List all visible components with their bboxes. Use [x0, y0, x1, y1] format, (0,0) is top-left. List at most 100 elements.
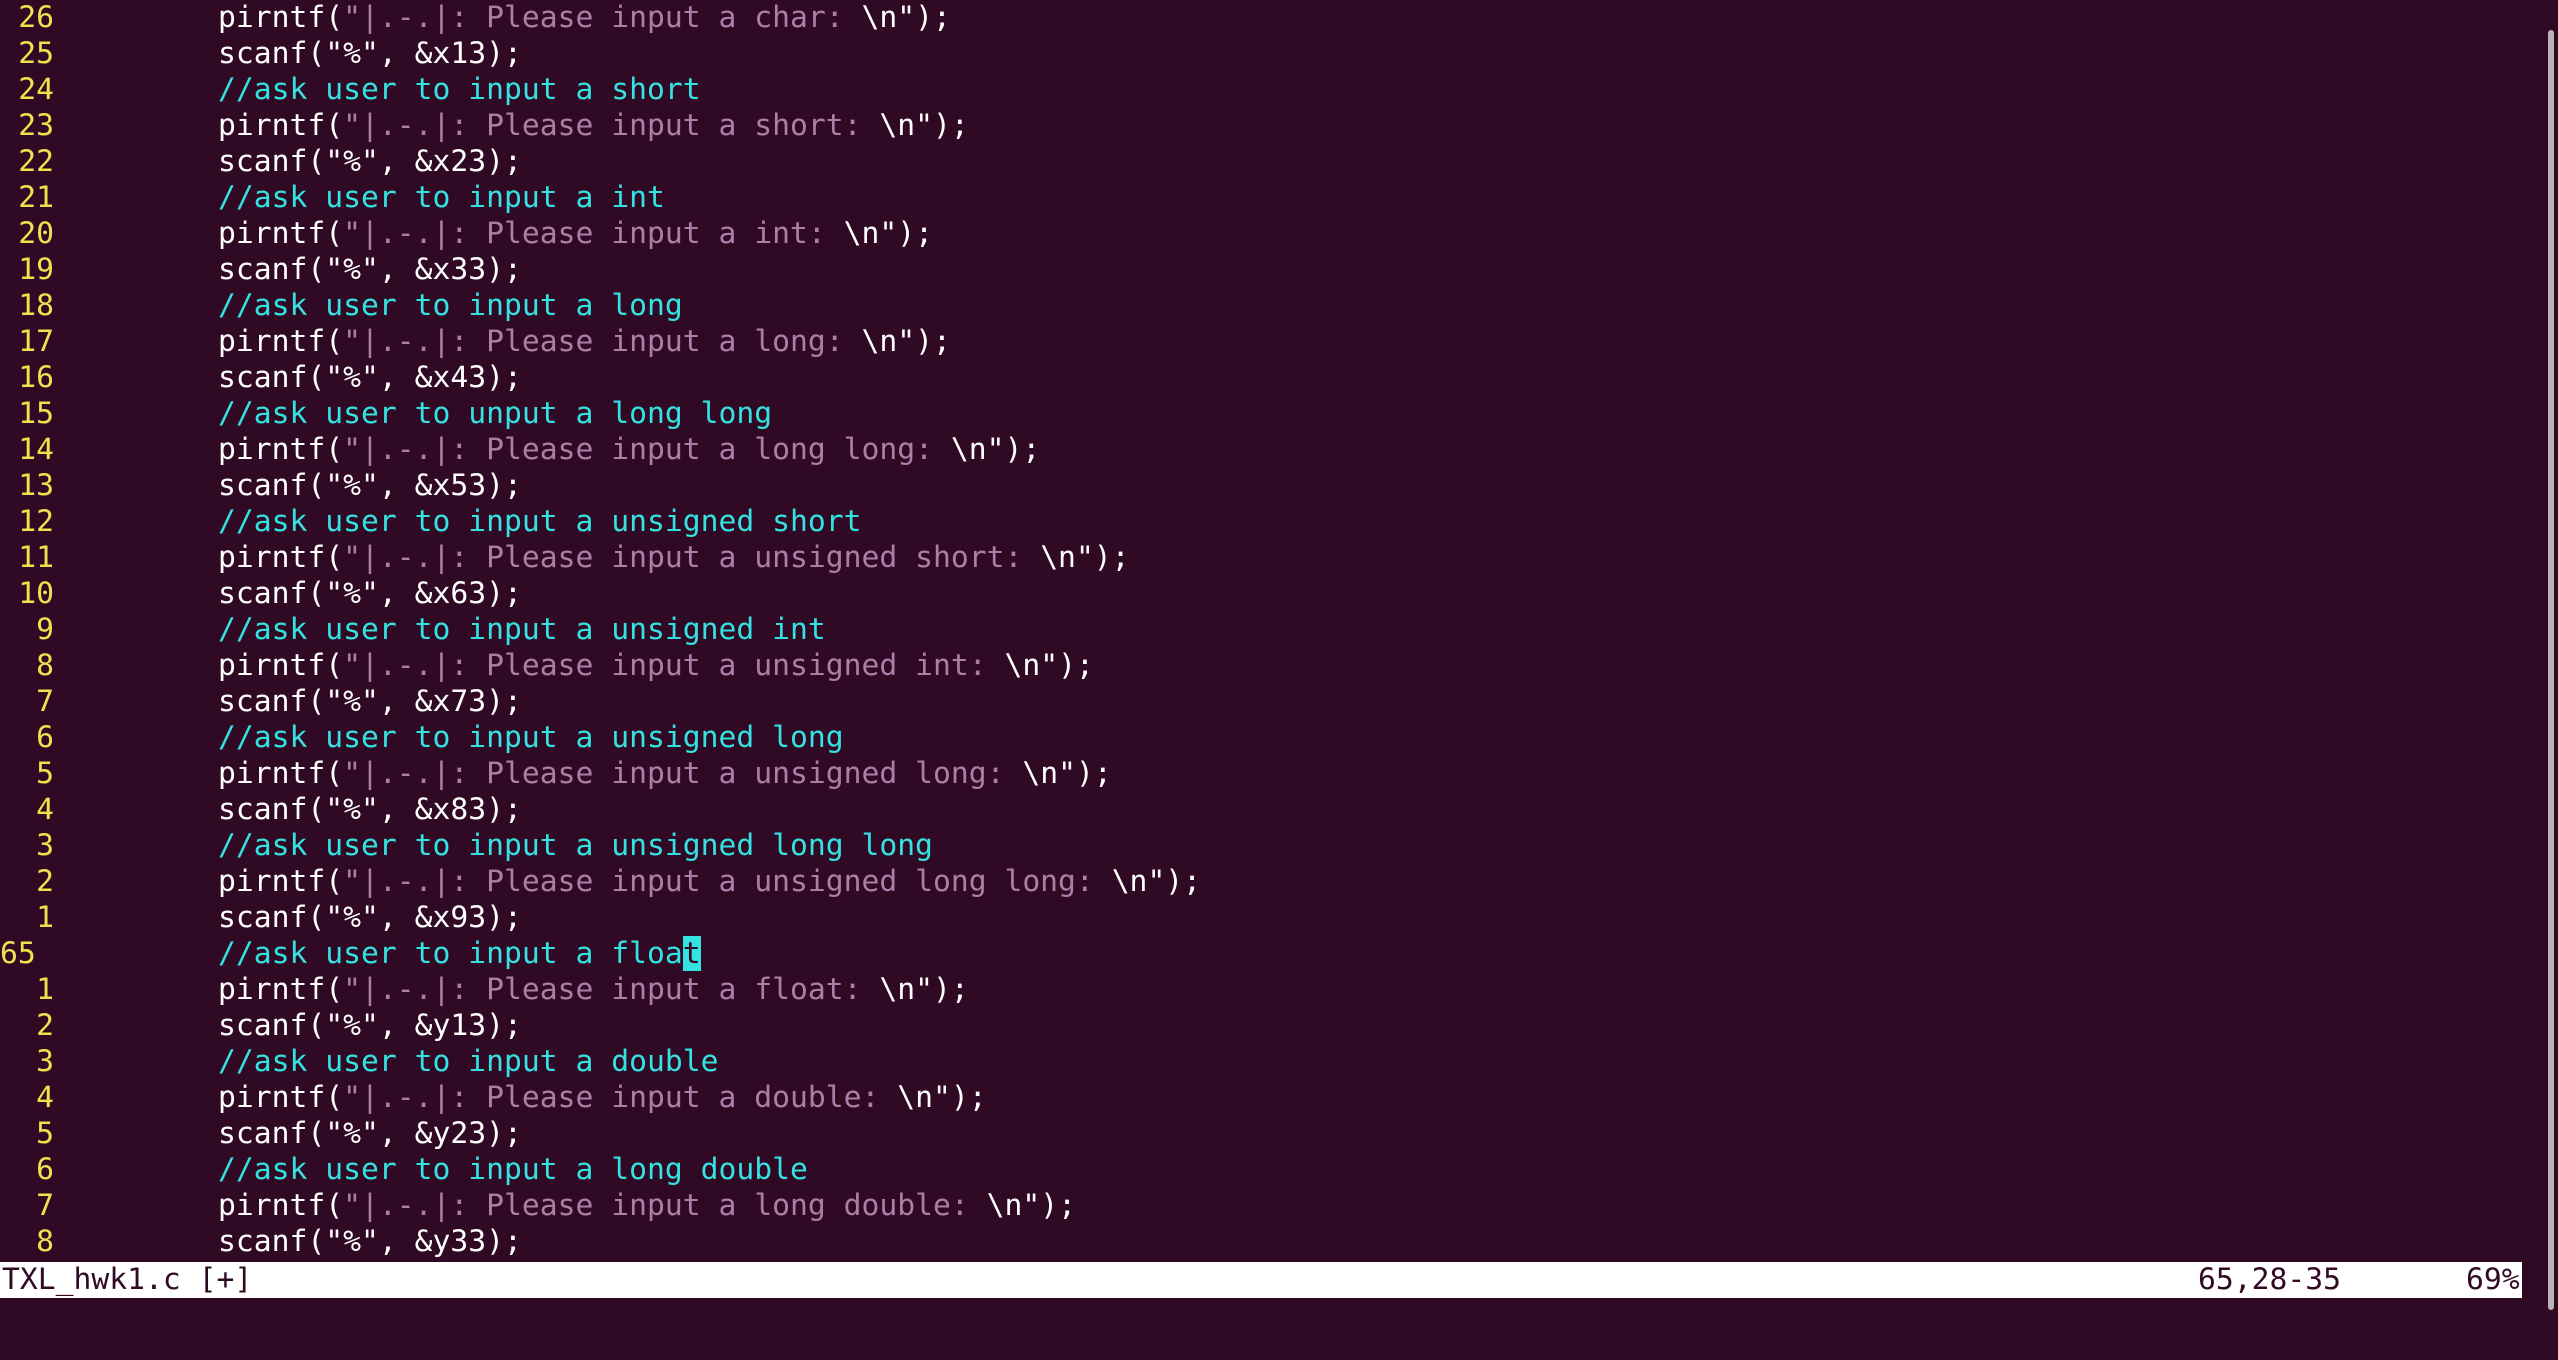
call-close: ");	[897, 0, 951, 35]
code-line[interactable]: 2 pirntf("|.-.|: Please input a unsigned …	[0, 864, 1201, 900]
code-text: scanf("%", &x53);	[218, 468, 522, 504]
code-line[interactable]: 1 scanf("%", &x93);	[0, 900, 522, 936]
line-number: 65	[0, 936, 36, 971]
statement-text: scanf("%", &x13);	[218, 36, 522, 71]
line-number: 15	[18, 396, 54, 431]
code-line[interactable]: 4 scanf("%", &x83);	[0, 792, 522, 828]
string-literal: "|.-.|: Please input a long long:	[343, 432, 951, 467]
statement-text: scanf("%", &x93);	[218, 900, 522, 935]
escape-sequence: \n	[861, 324, 898, 359]
call-close: ");	[879, 216, 933, 251]
escape-sequence: \n	[897, 1080, 933, 1115]
line-number: 2	[36, 864, 54, 899]
status-cursor-position: 65,28-35	[2198, 1262, 2341, 1297]
statement-text: scanf("%", &y33);	[218, 1224, 522, 1259]
call-close: ");	[897, 324, 951, 359]
code-line[interactable]: 23 pirntf("|.-.|: Please input a short: \…	[0, 108, 968, 144]
code-line[interactable]: 6 //ask user to input a long double	[0, 1152, 808, 1188]
string-literal: "|.-.|: Please input a char:	[343, 0, 862, 35]
code-line[interactable]: 7 pirntf("|.-.|: Please input a long doub…	[0, 1188, 1076, 1224]
line-number: 11	[18, 540, 54, 575]
code-line[interactable]: 5 pirntf("|.-.|: Please input a unsigned …	[0, 756, 1112, 792]
code-line[interactable]: 12 //ask user to input a unsigned short	[0, 504, 861, 540]
code-line[interactable]: 6 //ask user to input a unsigned long	[0, 720, 843, 756]
comment-text: //ask user to input a unsigned int	[218, 612, 826, 647]
code-text: //ask user to input a long double	[218, 1152, 808, 1188]
code-line[interactable]: 25 scanf("%", &x13);	[0, 36, 522, 72]
call-close: ");	[932, 1080, 987, 1115]
call-close: ");	[1147, 864, 1202, 899]
code-line[interactable]: 26 pirntf("|.-.|: Please input a char: \n…	[0, 0, 951, 36]
status-filename: TXL_hwk1.c [+]	[2, 1262, 253, 1297]
function-call: pirntf(	[218, 972, 344, 1007]
statement-text: scanf("%", &x53);	[218, 468, 522, 503]
scrollbar-thumb[interactable]	[2548, 30, 2554, 1310]
code-line[interactable]: 4 pirntf("|.-.|: Please input a double: \…	[0, 1080, 986, 1116]
function-call: pirntf(	[218, 0, 344, 35]
code-text: pirntf("|.-.|: Please input a double: \n…	[218, 1080, 987, 1116]
string-literal: "|.-.|: Please input a unsigned short:	[343, 540, 1041, 575]
code-line[interactable]: 21 //ask user to input a int	[0, 180, 665, 216]
line-number: 3	[36, 828, 54, 863]
code-line[interactable]: 15 //ask user to unput a long long	[0, 396, 772, 432]
code-text: scanf("%", &x93);	[218, 900, 522, 936]
code-line[interactable]: 22 scanf("%", &x23);	[0, 144, 522, 180]
code-line[interactable]: 10 scanf("%", &x63);	[0, 576, 522, 612]
escape-sequence: \n	[986, 1188, 1023, 1223]
code-line[interactable]: 20 pirntf("|.-.|: Please input a int: \n"…	[0, 216, 933, 252]
escape-sequence: \n	[1111, 864, 1148, 899]
function-call: pirntf(	[218, 324, 344, 359]
line-number: 6	[36, 1152, 54, 1187]
string-literal: "|.-.|: Please input a double:	[343, 1080, 898, 1115]
line-number: 8	[36, 1224, 54, 1259]
line-number: 26	[18, 0, 54, 35]
code-line[interactable]: 5 scanf("%", &y23);	[0, 1116, 522, 1152]
function-call: pirntf(	[218, 108, 344, 143]
code-line[interactable]: 13 scanf("%", &x53);	[0, 468, 522, 504]
line-number: 1	[36, 972, 54, 1007]
call-close: ");	[915, 972, 969, 1007]
line-number: 25	[18, 36, 54, 71]
code-line[interactable]: 19 scanf("%", &x33);	[0, 252, 522, 288]
code-line[interactable]: 2 scanf("%", &y13);	[0, 1008, 522, 1044]
code-line[interactable]: 65 //ask user to input a float	[0, 936, 701, 972]
code-text: scanf("%", &y23);	[218, 1116, 522, 1152]
code-line[interactable]: 17 pirntf("|.-.|: Please input a long: \n…	[0, 324, 951, 360]
comment-text: //ask user to input a short	[218, 72, 701, 107]
code-text: scanf("%", &y33);	[218, 1224, 522, 1260]
vertical-scrollbar[interactable]	[2546, 0, 2558, 1360]
code-text: //ask user to input a unsigned long long	[218, 828, 933, 864]
line-number: 12	[18, 504, 54, 539]
code-line[interactable]: 8 pirntf("|.-.|: Please input a unsigned …	[0, 648, 1094, 684]
code-text: scanf("%", &x33);	[218, 252, 522, 288]
code-text: //ask user to input a double	[218, 1044, 718, 1080]
function-call: pirntf(	[218, 1080, 344, 1115]
line-number: 9	[36, 612, 54, 647]
code-line[interactable]: 16 scanf("%", &x43);	[0, 360, 522, 396]
code-line[interactable]: 7 scanf("%", &x73);	[0, 684, 522, 720]
code-text: pirntf("|.-.|: Please input a unsigned s…	[218, 540, 1130, 576]
code-line[interactable]: 8 scanf("%", &y33);	[0, 1224, 522, 1260]
comment-text: //ask user to input a double	[218, 1044, 719, 1079]
code-line[interactable]: 3 //ask user to input a unsigned long lon…	[0, 828, 933, 864]
code-line[interactable]: 1 pirntf("|.-.|: Please input a float: \n…	[0, 972, 969, 1008]
code-line[interactable]: 18 //ask user to input a long	[0, 288, 682, 324]
code-text: //ask user to input a float	[218, 936, 701, 972]
code-line[interactable]: 3 //ask user to input a double	[0, 1044, 718, 1080]
line-number: 2	[36, 1008, 54, 1043]
code-line[interactable]: 9 //ask user to input a unsigned int	[0, 612, 826, 648]
code-line[interactable]: 14 pirntf("|.-.|: Please input a long lon…	[0, 432, 1040, 468]
statement-text: scanf("%", &x43);	[218, 360, 522, 395]
line-number: 4	[36, 1080, 54, 1115]
comment-text: //ask user to unput a long long	[218, 396, 773, 431]
code-text: pirntf("|.-.|: Please input a unsigned l…	[218, 756, 1112, 792]
statement-text: scanf("%", &x83);	[218, 792, 522, 827]
function-call: pirntf(	[218, 648, 344, 683]
function-call: pirntf(	[218, 864, 344, 899]
statement-text: scanf("%", &y23);	[218, 1116, 522, 1151]
comment-text: //ask user to input a unsigned long	[218, 720, 844, 755]
editor-buffer[interactable]: 26 pirntf("|.-.|: Please input a char: \n…	[0, 0, 2520, 1260]
string-literal: "|.-.|: Please input a long double:	[343, 1188, 987, 1223]
code-line[interactable]: 11 pirntf("|.-.|: Please input a unsigned…	[0, 540, 1129, 576]
code-line[interactable]: 24 //ask user to input a short	[0, 72, 700, 108]
